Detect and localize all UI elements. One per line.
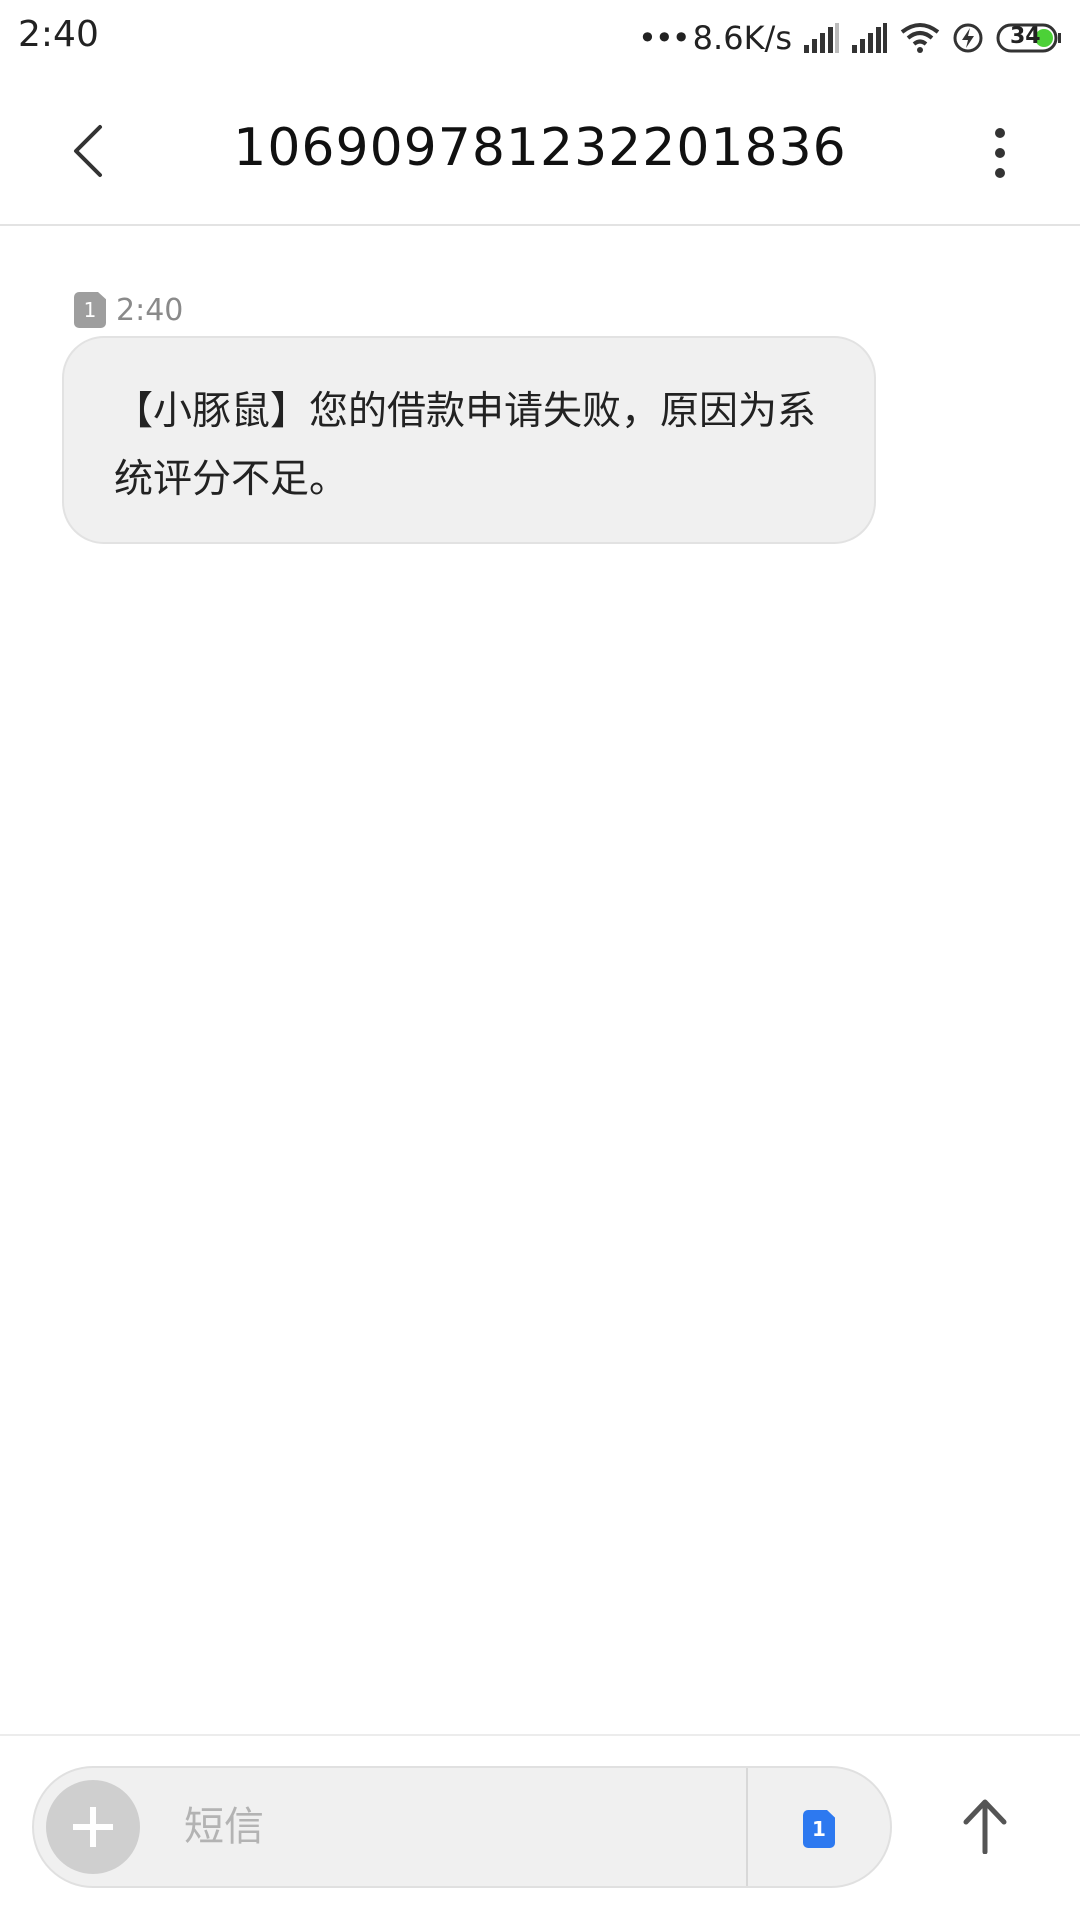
message-time: 2:40: [116, 292, 184, 328]
network-speed-value: 8.6K/s: [692, 19, 792, 57]
more-vertical-icon: [995, 128, 1005, 178]
network-speed: ••• 8.6K/s: [638, 19, 792, 57]
status-icons: ••• 8.6K/s 34: [638, 16, 1062, 60]
conversation-header: 106909781232201836: [0, 76, 1080, 226]
signal-icon-2: [852, 23, 888, 53]
more-options-button[interactable]: [980, 118, 1020, 188]
signal-icon-1: [804, 23, 840, 53]
wifi-icon: [900, 22, 940, 54]
conversation-title: 106909781232201836: [233, 118, 847, 178]
charging-icon: [952, 22, 984, 54]
composer-divider: [0, 1734, 1080, 1736]
send-button[interactable]: [950, 1786, 1020, 1866]
battery-level: 34: [1010, 24, 1041, 49]
status-bar: 2:40 ••• 8.6K/s 34: [0, 0, 1080, 76]
network-dots: •••: [638, 19, 691, 57]
sms-input[interactable]: [184, 1794, 724, 1860]
plus-icon: [73, 1807, 113, 1847]
message-meta: 1 2:40: [74, 292, 183, 328]
battery-icon: 34: [996, 23, 1062, 53]
sim-select-button[interactable]: 1: [794, 1804, 844, 1854]
composer-separator: [746, 1768, 748, 1886]
status-time: 2:40: [18, 14, 99, 55]
sim-card-icon: 1: [74, 292, 106, 328]
chevron-left-icon: [74, 125, 102, 177]
message-bubble[interactable]: 【小豚鼠】您的借款申请失败，原因为系统评分不足。: [62, 336, 876, 544]
back-button[interactable]: [58, 116, 118, 186]
message-text: 【小豚鼠】您的借款申请失败，原因为系统评分不足。: [114, 389, 817, 502]
sim-card-icon: 1: [803, 1810, 835, 1848]
add-attachment-button[interactable]: [46, 1780, 140, 1874]
message-composer: 1: [32, 1766, 892, 1888]
arrow-up-icon: [963, 1799, 1007, 1854]
